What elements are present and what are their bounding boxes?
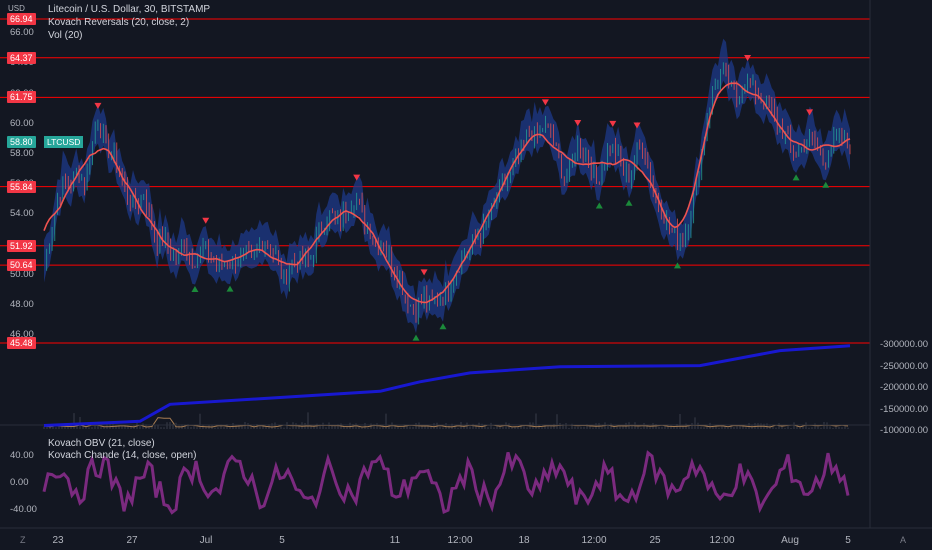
level-tag: 45.48 xyxy=(7,337,36,350)
buy-marker xyxy=(822,181,830,188)
buy-marker xyxy=(191,286,199,293)
sell-marker xyxy=(420,269,428,276)
price-tick-label: 48.00 xyxy=(10,298,34,310)
time-tick-label: 12:00 xyxy=(581,535,607,546)
symbol-tag: LTCUSD xyxy=(44,135,84,148)
indicator-kovach-reversals[interactable]: Kovach Reversals (20, close, 2) xyxy=(48,17,189,28)
price-tick-label: 54.00 xyxy=(10,208,34,220)
obv-line xyxy=(43,344,851,427)
level-tag: 55.84 xyxy=(7,180,36,193)
time-tick-label: 25 xyxy=(649,535,661,546)
buy-marker xyxy=(595,202,603,209)
obv-tick-label: -250000.00 xyxy=(880,360,929,372)
zoom-button[interactable]: Z xyxy=(20,535,26,545)
indicator-kovach-obv[interactable]: Kovach OBV (21, close) xyxy=(48,438,155,449)
sell-marker xyxy=(94,102,102,109)
time-tick-label: 11 xyxy=(389,535,401,546)
sell-marker xyxy=(609,120,617,127)
buy-marker xyxy=(439,323,447,330)
level-tag: 64.37 xyxy=(7,51,36,64)
time-tick-label: Aug xyxy=(781,535,799,546)
buy-marker xyxy=(792,174,800,181)
time-tick-label: 12:00 xyxy=(709,535,735,546)
indicator-volume[interactable]: Vol (20) xyxy=(48,30,82,41)
current-price-tag: 58.80 xyxy=(7,135,36,148)
buy-marker xyxy=(625,199,633,206)
oscillator-tick-label: 40.00 xyxy=(10,450,34,462)
sell-marker xyxy=(541,99,549,106)
buy-marker xyxy=(412,334,420,341)
symbol-title[interactable]: Litecoin / U.S. Dollar, 30, BITSTAMP xyxy=(48,4,210,15)
time-tick-label: 27 xyxy=(126,535,138,546)
price-tick-label: 58.00 xyxy=(10,147,34,159)
level-tag: 50.64 xyxy=(7,259,36,272)
time-tick-label: Jul xyxy=(199,535,213,546)
level-tag: 66.94 xyxy=(7,13,36,25)
time-tick-label: 5 xyxy=(845,535,851,546)
obv-tick-label: -100000.00 xyxy=(880,425,929,436)
time-tick-label: 23 xyxy=(52,535,64,546)
price-tick-label: 60.00 xyxy=(10,117,34,129)
obv-tick-label: -300000.00 xyxy=(880,339,929,350)
obv-tick-label: -150000.00 xyxy=(880,403,929,415)
auto-scale-button[interactable]: A xyxy=(900,535,906,545)
reversal-band xyxy=(44,38,850,334)
buy-marker xyxy=(226,285,234,292)
time-tick-label: 18 xyxy=(518,535,530,546)
indicator-kovach-chande[interactable]: Kovach Chande (14, close, open) xyxy=(48,450,196,461)
price-chart[interactable] xyxy=(0,0,932,550)
time-tick-label: 12:00 xyxy=(447,535,473,546)
level-tag: 51.92 xyxy=(7,239,36,252)
level-tag: 61.75 xyxy=(7,91,36,104)
sell-marker xyxy=(202,217,210,224)
time-tick-label: 5 xyxy=(279,535,285,546)
oscillator-tick-label: 0.00 xyxy=(10,477,29,488)
oscillator-tick-label: -40.00 xyxy=(10,503,37,515)
sell-marker xyxy=(574,120,582,127)
chande-line xyxy=(42,450,850,515)
obv-tick-label: -200000.00 xyxy=(880,382,929,393)
price-tick-label: 66.00 xyxy=(10,27,34,39)
currency-label: USD xyxy=(8,4,25,13)
